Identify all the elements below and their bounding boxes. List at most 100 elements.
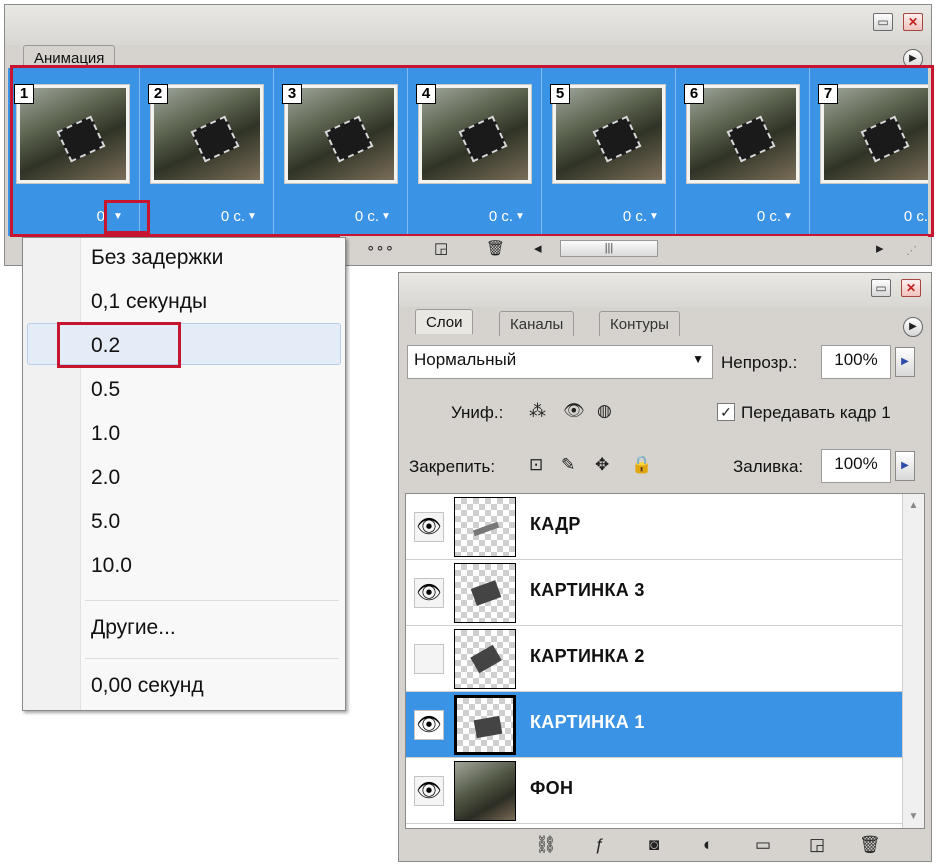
fill-input[interactable]: 100%: [821, 449, 891, 483]
delay-dropdown-icon[interactable]: ▼: [247, 212, 259, 224]
layer-row-picture-2[interactable]: КАРТИНКА 2: [406, 626, 902, 692]
resize-grip-icon[interactable]: ⋰: [906, 240, 917, 262]
trash-icon[interactable]: 🗑: [859, 835, 881, 855]
menu-item-5-0[interactable]: 5.0: [91, 510, 120, 534]
layer-thumbnail: [454, 563, 516, 623]
delay-dropdown-icon[interactable]: ▼: [649, 212, 661, 224]
horizontal-scrollbar[interactable]: |||: [560, 240, 658, 257]
unify-visibility-icon[interactable]: 👁: [563, 401, 585, 421]
vertical-scrollbar[interactable]: ▲ ▼: [902, 494, 924, 828]
delay-dropdown-icon[interactable]: ▼: [515, 212, 527, 224]
lock-pixels-icon[interactable]: ✎: [561, 455, 575, 475]
layer-thumbnail: [454, 629, 516, 689]
visibility-toggle-empty[interactable]: [414, 644, 444, 674]
visibility-eye-icon[interactable]: 👁: [414, 710, 444, 740]
layer-mask-icon[interactable]: ◙: [649, 835, 659, 855]
layer-row-background[interactable]: 👁 ФОН: [406, 758, 902, 824]
layers-toolbar: ⛓ ƒ ◙ ◐ ▭ ◲ 🗑: [405, 833, 925, 859]
minimize-button[interactable]: ▭: [871, 279, 891, 297]
link-layers-icon[interactable]: ⛓: [535, 835, 557, 855]
menu-item-10-0[interactable]: 10.0: [91, 554, 132, 578]
adjustment-layer-icon[interactable]: ◐: [703, 835, 713, 855]
fill-slider-button[interactable]: ▶: [895, 451, 915, 481]
frame-4[interactable]: 4 0 с. ▼: [410, 68, 542, 234]
blend-mode-select[interactable]: Нормальный ▼: [407, 345, 713, 379]
panel-menu-icon[interactable]: ▶: [903, 317, 923, 337]
tab-animation[interactable]: Анимация: [23, 45, 116, 70]
delay-dropdown-icon[interactable]: ▼: [113, 212, 125, 224]
frame-2[interactable]: 2 0 с. ▼: [142, 68, 274, 234]
frame-number: 1: [14, 84, 34, 104]
new-layer-icon[interactable]: ◲: [809, 835, 825, 855]
delay-dropdown-icon[interactable]: ▼: [381, 212, 393, 224]
frame-5[interactable]: 5 0 с. ▼: [544, 68, 676, 234]
frame-delay[interactable]: 0 ▼: [97, 208, 125, 225]
menu-gutter: [23, 238, 81, 710]
unify-style-icon[interactable]: ◍: [597, 401, 612, 421]
menu-item-1-0[interactable]: 1.0: [91, 422, 120, 446]
frame-delay[interactable]: 0 с. ▼: [355, 208, 393, 225]
frame-delay[interactable]: 0 с. ▼: [757, 208, 795, 225]
animation-toolbar: ∘∘∘ ◲ 🗑 ◂ ||| ▸ ⋰: [340, 236, 928, 262]
layer-row-picture-3[interactable]: 👁 КАРТИНКА 3: [406, 560, 902, 626]
new-frame-icon[interactable]: ◲: [434, 238, 448, 260]
frame-6[interactable]: 6 0 с. ▼: [678, 68, 810, 234]
panel-menu-icon[interactable]: ▶: [903, 49, 923, 69]
lock-all-icon[interactable]: 🔒: [631, 455, 652, 475]
menu-item-2-0[interactable]: 2.0: [91, 466, 120, 490]
layer-row-kadr[interactable]: 👁 КАДР: [406, 494, 902, 560]
frame-delay[interactable]: 0 с. ▼: [623, 208, 661, 225]
frame-7[interactable]: 7 0 с.: [812, 68, 928, 234]
menu-item-0-1[interactable]: 0,1 секунды: [91, 290, 207, 314]
frame-delay[interactable]: 0 с. ▼: [489, 208, 527, 225]
tab-channels[interactable]: Каналы: [499, 311, 575, 336]
visibility-eye-icon[interactable]: 👁: [414, 776, 444, 806]
trash-icon[interactable]: 🗑: [486, 238, 505, 260]
unify-position-icon[interactable]: ⁂: [529, 401, 546, 421]
layer-name: КАДР: [530, 514, 581, 534]
chevron-down-icon: ▼: [692, 352, 704, 366]
propagate-checkbox[interactable]: ✓: [717, 403, 735, 421]
opacity-input[interactable]: 100%: [821, 345, 891, 379]
lock-position-icon[interactable]: ✥: [595, 455, 609, 475]
tween-icon[interactable]: ∘∘∘: [366, 238, 394, 260]
close-button[interactable]: ✕: [901, 279, 921, 297]
scroll-right-icon[interactable]: ▸: [876, 238, 884, 260]
menu-item-current[interactable]: 0,00 секунд: [91, 674, 204, 698]
menu-item-0-5[interactable]: 0.5: [91, 378, 120, 402]
tab-paths[interactable]: Контуры: [599, 311, 680, 336]
scroll-down-icon[interactable]: ▼: [903, 811, 924, 822]
visibility-eye-icon[interactable]: 👁: [414, 512, 444, 542]
minimize-button[interactable]: ▭: [873, 13, 893, 31]
frames-strip: 1 0 ▼ 2 0 с. ▼ 3 0 с. ▼ 4 0 с. ▼ 5 0 с. ▼ 6 0…: [8, 68, 928, 236]
layer-row-picture-1[interactable]: 👁 КАРТИНКА 1: [406, 692, 902, 758]
tab-layers[interactable]: Слои: [415, 309, 474, 334]
frame-number: 5: [550, 84, 570, 104]
menu-item-no-delay[interactable]: Без задержки: [91, 246, 223, 270]
visibility-eye-icon[interactable]: 👁: [414, 578, 444, 608]
menu-item-other[interactable]: Другие...: [91, 616, 176, 640]
scroll-up-icon[interactable]: ▲: [903, 500, 924, 511]
scroll-left-icon[interactable]: ◂: [534, 238, 542, 260]
frame-thumbnail: [288, 88, 394, 180]
frame-1[interactable]: 1 0 ▼: [8, 68, 140, 234]
menu-item-0-2[interactable]: 0.2: [91, 334, 120, 358]
lock-transparency-icon[interactable]: ⊡: [529, 455, 543, 475]
close-button[interactable]: ✕: [903, 13, 923, 31]
layer-name: ФОН: [530, 778, 574, 798]
frame-delay[interactable]: 0 с.: [904, 208, 928, 225]
new-group-icon[interactable]: ▭: [755, 835, 771, 855]
delay-dropdown-icon[interactable]: ▼: [783, 212, 795, 224]
frame-thumbnail: [690, 88, 796, 180]
opacity-slider-button[interactable]: ▶: [895, 347, 915, 377]
frame-3[interactable]: 3 0 с. ▼: [276, 68, 408, 234]
frame-delay[interactable]: 0 с. ▼: [221, 208, 259, 225]
layer-thumbnail: [454, 761, 516, 821]
layer-style-icon[interactable]: ƒ: [595, 835, 604, 855]
menu-hover-highlight: [27, 323, 341, 365]
menu-separator: [85, 658, 339, 659]
layer-name: КАРТИНКА 1: [530, 712, 645, 732]
layer-name: КАРТИНКА 3: [530, 580, 645, 600]
frame-thumbnail: [20, 88, 126, 180]
frame-thumbnail: [422, 88, 528, 180]
